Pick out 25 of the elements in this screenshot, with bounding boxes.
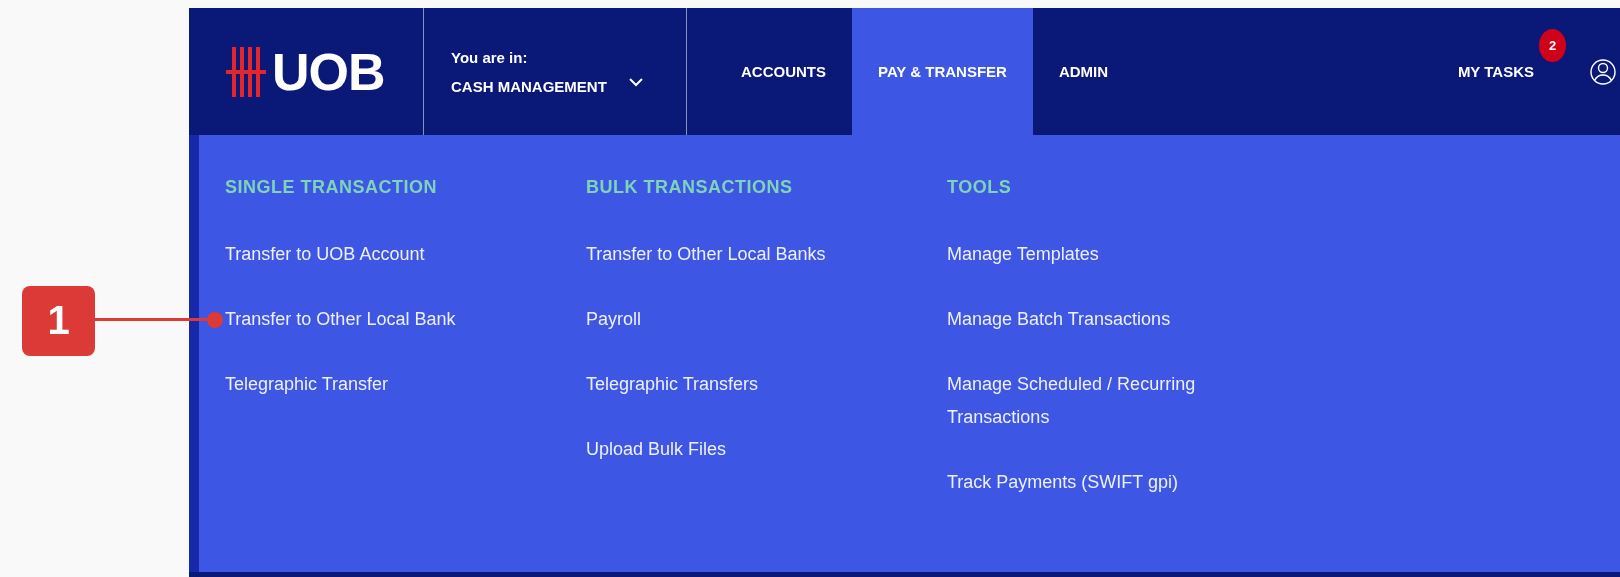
menu-link[interactable]: Transfer to UOB Account xyxy=(225,238,425,271)
section-heading: TOOLS xyxy=(947,177,1013,198)
nav-tab[interactable]: ADMIN xyxy=(1032,8,1135,135)
nav-tab[interactable]: PAY & TRANSFER xyxy=(852,8,1033,135)
menu-link[interactable]: Transfer to Other Local Bank xyxy=(225,303,456,336)
section-heading: SINGLE TRANSACTION xyxy=(225,177,438,198)
menu-link[interactable]: Upload Bulk Files xyxy=(586,433,727,466)
menu-link[interactable]: Payroll xyxy=(586,303,642,336)
callout-badge: 1 xyxy=(22,285,95,356)
nav-tab[interactable]: ACCOUNTS xyxy=(715,8,852,135)
location-value: CASH MANAGEMENT xyxy=(451,77,607,95)
logo[interactable]: UOB xyxy=(226,41,385,102)
menu-link[interactable]: Track Payments (SWIFT gpi) xyxy=(947,466,1179,499)
chevron-down-icon xyxy=(628,78,643,87)
menu-link[interactable]: Telegraphic Transfers xyxy=(586,368,759,401)
menu-link[interactable]: Manage Batch Transactions xyxy=(947,303,1171,336)
menu-link[interactable]: Telegraphic Transfer xyxy=(225,368,389,401)
menu-link[interactable]: Manage Scheduled / Recurring Transactions xyxy=(947,368,1237,434)
section-heading: BULK TRANSACTIONS xyxy=(586,177,794,198)
user-icon[interactable] xyxy=(1590,57,1616,86)
task-count-badge: 2 xyxy=(1539,29,1566,62)
logo-mark-icon xyxy=(226,46,266,97)
menu-link[interactable]: Transfer to Other Local Banks xyxy=(586,238,826,271)
location-label: You are in: xyxy=(451,48,529,66)
menu-link[interactable]: Manage Templates xyxy=(947,238,1099,271)
